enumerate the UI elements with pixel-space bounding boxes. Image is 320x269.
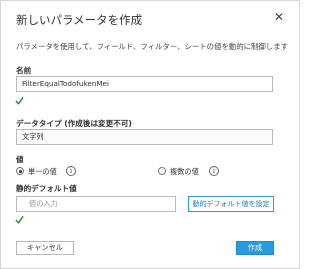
multiple-values-label: 複数の値 xyxy=(170,167,199,176)
multiple-values-info-icon[interactable]: i xyxy=(209,166,219,176)
single-value-label: 単一の値 xyxy=(28,167,57,176)
name-input[interactable]: FilterEqualTodofukenMei xyxy=(16,76,273,92)
set-dynamic-default-button[interactable]: 動的デフォルト値を設定 xyxy=(188,196,274,212)
dialog-title: 新しいパラメータを作成 xyxy=(16,13,143,27)
values-label: 値 xyxy=(16,155,24,164)
data-type-label: データタイプ (作成後は変更不可) xyxy=(16,119,132,128)
data-type-select[interactable]: 文字列 xyxy=(16,129,273,145)
name-label: 名前 xyxy=(16,66,32,75)
single-value-radio[interactable] xyxy=(16,167,24,175)
close-icon[interactable]: ✕ xyxy=(273,11,285,23)
static-default-label: 静的デフォルト値 xyxy=(16,184,77,193)
cancel-button[interactable]: キャンセル xyxy=(16,241,74,255)
create-parameter-dialog: 新しいパラメータを作成 ✕ パラメータを使用して、フィールド、フィルター、シート… xyxy=(0,0,300,269)
name-valid-checkmark-icon xyxy=(15,96,24,105)
default-valid-checkmark-icon xyxy=(15,215,24,224)
default-value-input[interactable]: 値の入力 xyxy=(16,196,176,212)
single-value-info-icon[interactable]: i xyxy=(66,166,76,176)
multiple-values-radio[interactable] xyxy=(158,167,166,175)
dialog-description: パラメータを使用して、フィールド、フィルター、シートの値を動的に制御します xyxy=(16,42,288,51)
create-button[interactable]: 作成 xyxy=(236,241,274,255)
